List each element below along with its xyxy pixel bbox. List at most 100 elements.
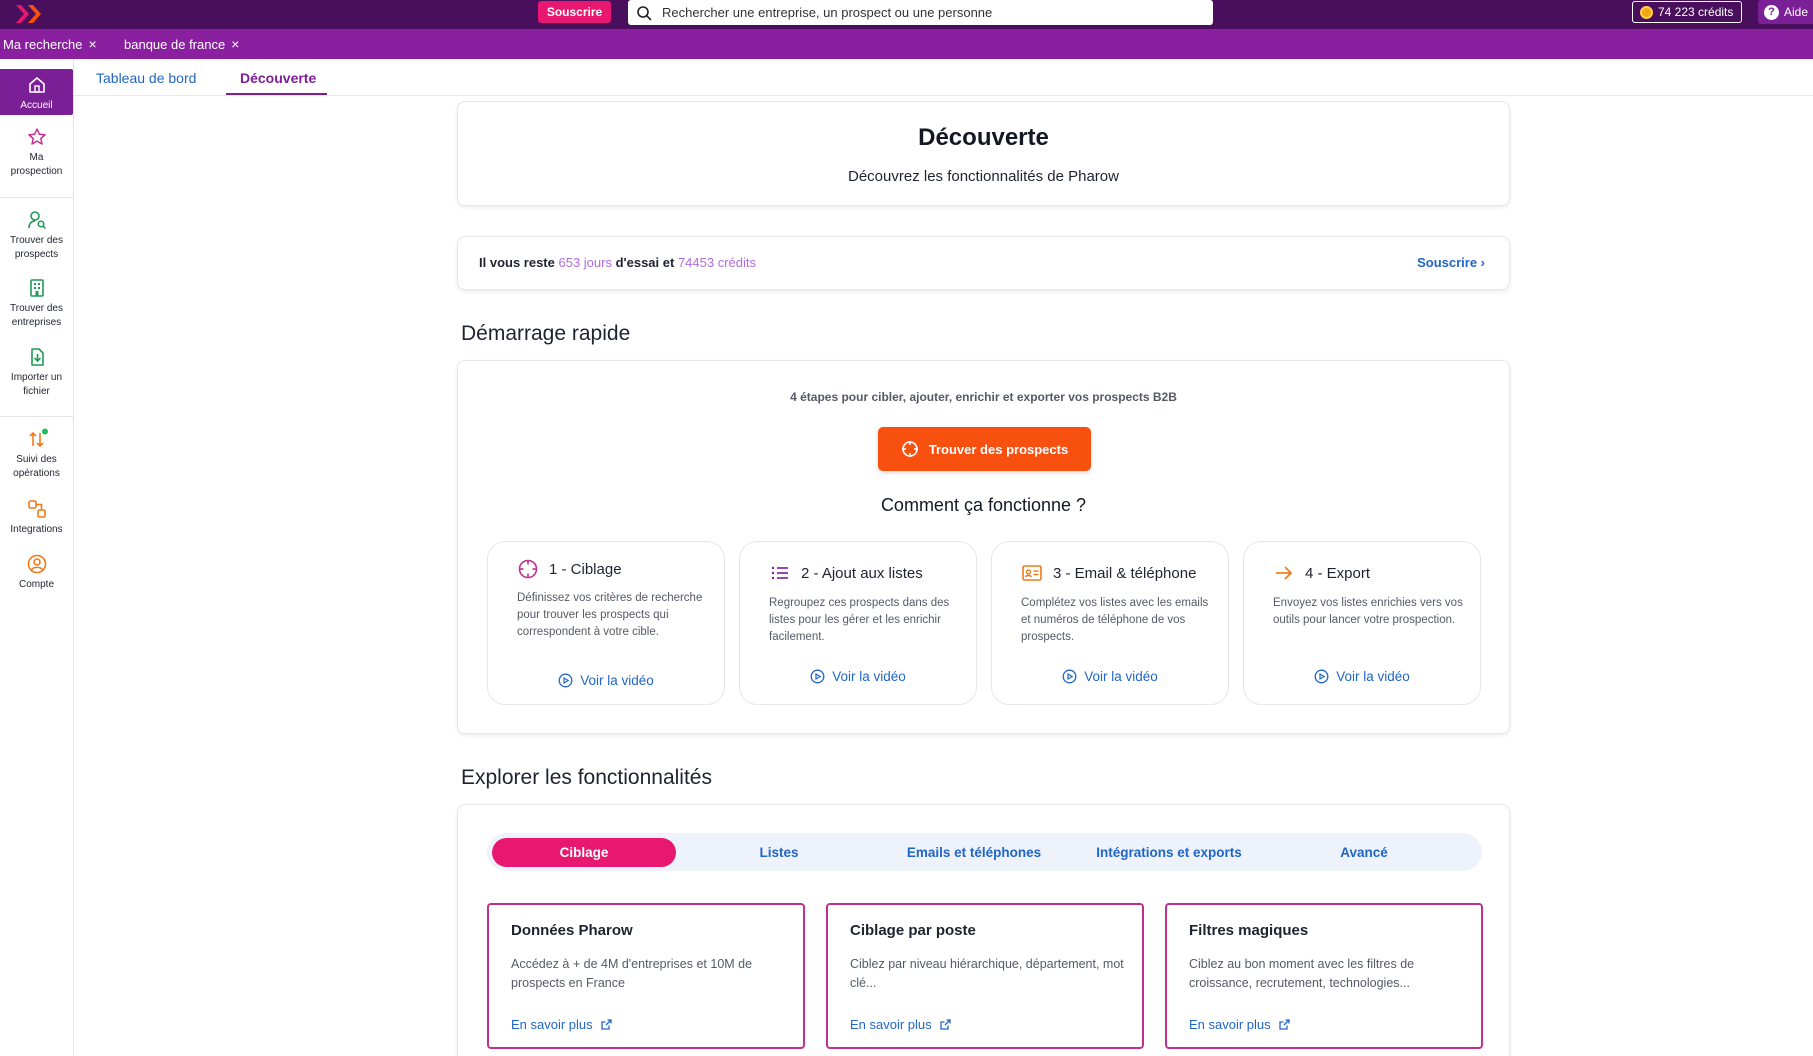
feature-card: Filtres magiques Ciblez au bon moment av…	[1165, 903, 1483, 1049]
find-prospects-label: Trouver des prospects	[928, 441, 1069, 457]
trial-middle: d'essai et	[611, 255, 678, 270]
sidebar-item-importer-fichier[interactable]: Importer un fichier	[0, 346, 73, 399]
global-search[interactable]	[628, 0, 1213, 25]
sidebar-item-compte[interactable]: Compte	[0, 553, 73, 592]
trial-credits: 74453 crédits	[677, 255, 756, 270]
learn-more-link[interactable]: En savoir plus	[511, 1017, 613, 1032]
sidebar-item-label: Trouver des	[10, 303, 63, 314]
watch-video-label: Voir la vidéo	[1084, 669, 1158, 684]
sidebar-item-label: Importer un	[10, 372, 63, 383]
feature-title: Filtres magiques	[1189, 922, 1309, 939]
account-icon	[27, 554, 46, 574]
search-tab[interactable]: Ma recherche ×	[3, 36, 97, 52]
play-circle-icon	[558, 673, 573, 688]
integrations-icon	[27, 500, 46, 518]
trial-banner: Il vous reste 653 jours d'essai et 74453…	[457, 236, 1510, 290]
step-card-email-telephone: 3 - Email & téléphone Complétez vos list…	[991, 541, 1229, 705]
close-icon[interactable]: ×	[88, 36, 96, 52]
coin-icon	[1640, 5, 1653, 19]
play-circle-icon	[810, 669, 825, 684]
page-subtitle: Découvrez les fonctionnalités de Pharow	[848, 168, 1119, 185]
help-button[interactable]: ? Aide	[1758, 0, 1813, 24]
sidebar-item-label: opérations	[13, 468, 60, 479]
trial-subscribe-link[interactable]: Souscrire ›	[1417, 255, 1485, 270]
trial-prefix: Il vous reste	[479, 255, 559, 270]
credits-label: 74 223 crédits	[1658, 5, 1734, 19]
step-title: 1 - Ciblage	[549, 560, 622, 578]
subscribe-button[interactable]: Souscrire	[538, 1, 611, 23]
sidebar-item-label: prospection	[10, 166, 63, 177]
how-it-works-title: Comment ça fonctionne ?	[880, 495, 1087, 515]
trial-days: 653 jours	[558, 255, 612, 270]
tab-emails-telephones[interactable]: Emails et téléphones	[882, 838, 1066, 867]
explore-card: Ciblage Listes Emails et téléphones Inté…	[457, 804, 1510, 1056]
feature-description: Ciblez au bon moment avec les filtres de…	[1189, 957, 1415, 990]
tab-avance[interactable]: Avancé	[1272, 838, 1456, 867]
sidebar-item-ma-prospection[interactable]: Ma prospection	[0, 126, 73, 179]
learn-more-link[interactable]: En savoir plus	[850, 1017, 952, 1032]
search-icon	[637, 5, 652, 20]
watch-video-label: Voir la vidéo	[580, 673, 654, 688]
explore-title: Explorer les fonctionnalités	[461, 766, 712, 789]
step-description: Regroupez ces prospects dans des listes …	[769, 597, 950, 643]
quickstart-subtitle: 4 étapes pour cibler, ajouter, enrichir …	[790, 390, 1177, 404]
sidebar-item-integrations[interactable]: Integrations	[0, 498, 73, 537]
watch-video-link[interactable]: Voir la vidéo	[740, 669, 976, 684]
search-input[interactable]	[662, 5, 1202, 20]
building-icon	[29, 279, 44, 297]
play-circle-icon	[1314, 669, 1329, 684]
pharow-logo-icon[interactable]	[14, 3, 48, 25]
step-title: 4 - Export	[1305, 564, 1371, 582]
sidebar-divider	[0, 416, 73, 417]
find-prospects-button[interactable]: Trouver des prospects	[878, 427, 1091, 471]
tab-tableau-de-bord[interactable]: Tableau de bord	[96, 70, 196, 86]
target-icon	[901, 441, 918, 457]
step-card-ciblage: 1 - Ciblage Définissez vos critères de r…	[487, 541, 725, 705]
search-tab[interactable]: banque de france ×	[124, 36, 239, 52]
external-link-icon	[601, 1019, 612, 1030]
sidebar-item-trouver-prospects[interactable]: Trouver des prospects	[0, 209, 73, 262]
question-icon: ?	[1764, 4, 1779, 20]
learn-more-link[interactable]: En savoir plus	[1189, 1017, 1291, 1032]
sidebar-item-label: Compte	[18, 579, 54, 590]
step-description: Envoyez vos listes enrichies vers vos ou…	[1273, 597, 1463, 626]
feature-description: Ciblez par niveau hiérarchique, départem…	[850, 957, 1124, 990]
learn-more-label: En savoir plus	[1189, 1017, 1271, 1032]
sidebar-item-accueil[interactable]: Accueil	[0, 69, 73, 115]
step-card-ajout-listes: 2 - Ajout aux listes Regroupez ces prosp…	[739, 541, 977, 705]
sidebar-item-label: prospects	[14, 249, 59, 260]
tab-decouverte[interactable]: Découverte	[240, 70, 316, 86]
trial-text: Il vous reste 653 jours d'essai et 74453…	[479, 255, 756, 270]
credits-badge[interactable]: 74 223 crédits	[1632, 1, 1742, 23]
sidebar-item-label: Accueil	[20, 100, 53, 111]
tab-listes[interactable]: Listes	[687, 838, 871, 867]
feature-card: Données Pharow Accédez à + de 4M d'entre…	[487, 903, 805, 1049]
play-circle-icon	[1062, 669, 1077, 684]
star-icon	[27, 128, 46, 145]
learn-more-label: En savoir plus	[511, 1017, 593, 1032]
sidebar-item-trouver-entreprises[interactable]: Trouver des entreprises	[0, 277, 73, 330]
top-bar: Souscrire 74 223 crédits ? Aide	[0, 0, 1813, 29]
sidebar-item-label: Ma	[29, 152, 44, 163]
watch-video-link[interactable]: Voir la vidéo	[992, 669, 1228, 684]
watch-video-link[interactable]: Voir la vidéo	[1244, 669, 1480, 684]
tab-ciblage[interactable]: Ciblage	[492, 838, 676, 867]
quickstart-title: Démarrage rapide	[461, 322, 631, 345]
step-description: Complétez vos listes avec les emails et …	[1021, 597, 1209, 643]
feature-tabs: Ciblage Listes Emails et téléphones Inté…	[487, 833, 1482, 871]
close-icon[interactable]: ×	[231, 36, 239, 52]
user-search-icon	[27, 211, 46, 230]
tab-integrations-exports[interactable]: Intégrations et exports	[1077, 838, 1261, 867]
contact-card-icon	[1022, 565, 1042, 581]
target-icon	[518, 559, 538, 579]
feature-title: Ciblage par poste	[850, 922, 976, 939]
sidebar-item-label: Trouver des	[10, 235, 63, 246]
external-link-icon	[1279, 1019, 1290, 1030]
sidebar-item-suivi-operations[interactable]: Suivi des opérations	[0, 428, 73, 481]
watch-video-link[interactable]: Voir la vidéo	[488, 673, 724, 688]
external-link-icon	[940, 1019, 951, 1030]
sidebar-item-label: Suivi des	[16, 454, 57, 465]
learn-more-label: En savoir plus	[850, 1017, 932, 1032]
help-label: Aide	[1784, 5, 1809, 19]
sidebar-item-label: Integrations	[10, 524, 63, 535]
